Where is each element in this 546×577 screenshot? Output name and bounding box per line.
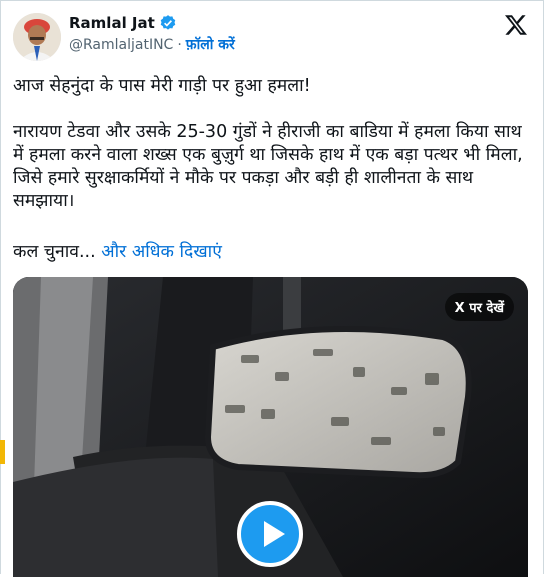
avatar-image — [13, 13, 61, 61]
tweet-text-truncated: कल चुनाव... — [13, 242, 96, 262]
play-icon[interactable] — [237, 501, 303, 567]
author-name-row: Ramlal Jat — [69, 13, 177, 33]
tweet-text-truncated-line: कल चुनाव... और अधिक दिखाएं — [13, 241, 533, 264]
watch-on-x-button[interactable]: X पर देखें — [444, 293, 514, 321]
author-name[interactable]: Ramlal Jat — [69, 13, 155, 33]
edge-marker — [0, 440, 5, 464]
follow-button[interactable]: फ़ॉलो करें — [186, 35, 235, 55]
author-handle-row: @RamlaljatINC · फ़ॉलो करें — [69, 35, 235, 55]
author-avatar[interactable] — [13, 13, 61, 61]
video-thumbnail[interactable]: X पर देखें — [13, 277, 528, 577]
embedded-tweet-card: Ramlal Jat @RamlaljatINC · फ़ॉलो करें आज… — [0, 0, 544, 577]
tweet-text-paragraph: नारायण टेडवा और उसके 25-30 गुंडों ने हीर… — [13, 122, 523, 211]
verified-badge-icon — [160, 15, 176, 30]
separator-dot: · — [177, 37, 182, 53]
show-more-link[interactable]: और अधिक दिखाएं — [101, 242, 222, 262]
x-logo-icon[interactable] — [503, 13, 529, 37]
tweet-text-line1: आज सेहनुंदा के पास मेरी गाड़ी पर हुआ हमल… — [13, 76, 311, 96]
author-handle[interactable]: @RamlaljatINC — [69, 35, 173, 55]
